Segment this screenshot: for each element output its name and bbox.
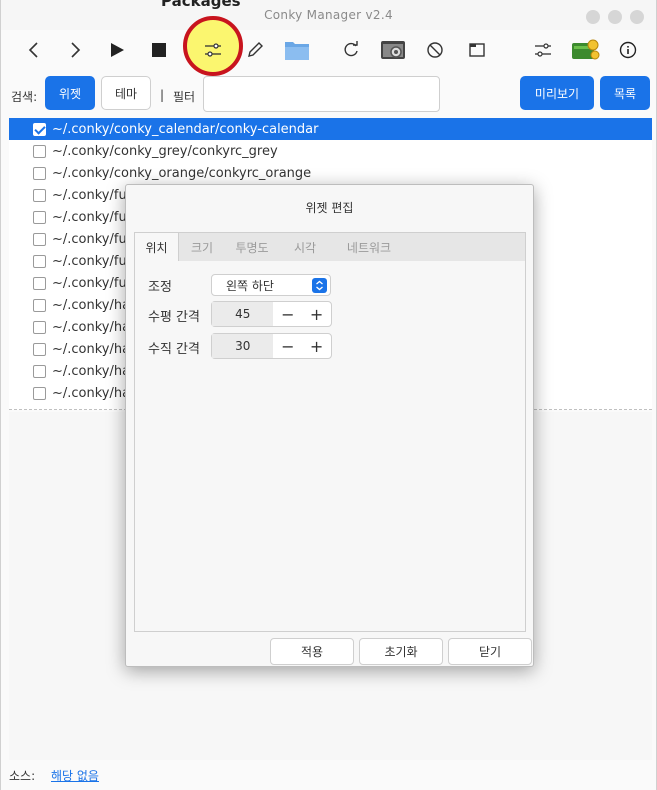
- list-item-path: ~/.conky/har: [52, 341, 136, 357]
- apply-button[interactable]: 적용: [270, 638, 354, 665]
- source-link[interactable]: 해당 없음: [51, 767, 99, 784]
- hgap-label: 수평 간격: [148, 310, 200, 325]
- settings-sliders-icon[interactable]: [527, 34, 559, 66]
- window-title: Conky Manager v2.4: [264, 8, 393, 22]
- filter-label: 필터: [173, 90, 196, 104]
- list-item-path: ~/.conky/fut: [52, 187, 132, 203]
- position-tab-pane: 조정 왼쪽 하단 수평 간격 45 − + 수직 간격 30 − +: [134, 261, 526, 632]
- hgap-value[interactable]: 45: [212, 302, 274, 326]
- list-item-path: ~/.conky/har: [52, 319, 136, 335]
- enable-checkbox[interactable]: [33, 386, 46, 400]
- enable-checkbox[interactable]: [33, 188, 46, 202]
- refresh-icon[interactable]: [335, 34, 367, 66]
- dialog-title: 위젯 편집: [305, 201, 354, 215]
- source-label: 소스:: [9, 769, 36, 783]
- alignment-label: 조정: [148, 280, 172, 295]
- info-icon[interactable]: [612, 34, 644, 66]
- folder-icon[interactable]: [281, 34, 313, 66]
- titlebar: Packages Conky Manager v2.4: [1, 0, 656, 30]
- tab-transparency[interactable]: 투명도: [223, 233, 281, 261]
- hgap-decrement-button[interactable]: −: [273, 302, 302, 326]
- sliders-icon[interactable]: [197, 34, 229, 66]
- search-row: 검색: 위젯 테마 | 필터 미리보기 목록: [1, 74, 656, 118]
- stop-icon[interactable]: [143, 34, 175, 66]
- list-item-path: ~/.conky/fut: [52, 275, 132, 291]
- list-item[interactable]: ~/.conky/conky_calendar/conky-calendar: [9, 118, 652, 140]
- hgap-increment-button[interactable]: +: [302, 302, 331, 326]
- list-item-path: ~/.conky/har: [52, 363, 136, 379]
- list-item-path: ~/.conky/conky_grey/conkyrc_grey: [52, 143, 278, 159]
- enable-checkbox[interactable]: [33, 298, 46, 312]
- forward-icon[interactable]: [59, 34, 91, 66]
- reset-button[interactable]: 초기화: [359, 638, 443, 665]
- hgap-stepper[interactable]: 45 − +: [211, 301, 332, 327]
- enable-checkbox[interactable]: [33, 276, 46, 290]
- back-icon[interactable]: [18, 34, 50, 66]
- close-window-button[interactable]: [630, 10, 644, 24]
- list-item[interactable]: ~/.conky/conky_orange/conkyrc_orange: [9, 162, 652, 184]
- enable-checkbox[interactable]: [33, 122, 46, 136]
- list-item-path: ~/.conky/fut: [52, 253, 132, 269]
- alignment-select[interactable]: 왼쪽 하단: [211, 274, 331, 296]
- vgap-stepper[interactable]: 30 − +: [211, 333, 332, 359]
- enable-checkbox[interactable]: [33, 210, 46, 224]
- list-item[interactable]: ~/.conky/conky_grey/conkyrc_grey: [9, 140, 652, 162]
- toolbar: [1, 30, 656, 70]
- tab-network[interactable]: 네트워크: [329, 233, 409, 261]
- list-item-path: ~/.conky/fut: [52, 231, 132, 247]
- block-icon[interactable]: [419, 34, 451, 66]
- vgap-increment-button[interactable]: +: [302, 334, 331, 358]
- close-button[interactable]: 닫기: [448, 638, 532, 665]
- pencil-icon[interactable]: [239, 34, 271, 66]
- dialog-tabbar: 위치 크기 투명도 시각 네트워크: [134, 232, 526, 262]
- enable-checkbox[interactable]: [33, 342, 46, 356]
- list-item-path: ~/.conky/har: [52, 297, 136, 313]
- edit-widget-dialog: 위젯 편집 위치 크기 투명도 시각 네트워크 조정 왼쪽 하단 수평 간격 4…: [125, 184, 534, 667]
- minimize-button[interactable]: [586, 10, 600, 24]
- screenshot-settings-icon[interactable]: [377, 34, 409, 66]
- statusbar: 소스: 해당 없음: [1, 760, 656, 790]
- list-item-path: ~/.conky/har: [52, 385, 136, 401]
- enable-checkbox[interactable]: [33, 144, 46, 158]
- filter-input[interactable]: [203, 76, 440, 112]
- tab-time[interactable]: 시각: [281, 233, 329, 261]
- theme-toggle-button[interactable]: 테마: [101, 76, 151, 110]
- enable-checkbox[interactable]: [33, 232, 46, 246]
- window-icon[interactable]: [461, 34, 493, 66]
- donate-icon[interactable]: [569, 34, 601, 66]
- play-icon[interactable]: [101, 34, 133, 66]
- vgap-label: 수직 간격: [148, 342, 200, 357]
- vgap-decrement-button[interactable]: −: [273, 334, 302, 358]
- preview-button[interactable]: 미리보기: [520, 76, 594, 110]
- enable-checkbox[interactable]: [33, 254, 46, 268]
- list-button[interactable]: 목록: [600, 76, 650, 110]
- list-item-path: ~/.conky/conky_orange/conkyrc_orange: [52, 165, 312, 181]
- enable-checkbox[interactable]: [33, 166, 46, 180]
- tab-position[interactable]: 위치: [135, 233, 179, 261]
- tab-size[interactable]: 크기: [181, 233, 223, 261]
- search-label: 검색:: [11, 90, 38, 104]
- enable-checkbox[interactable]: [33, 320, 46, 334]
- vgap-value[interactable]: 30: [212, 334, 274, 358]
- search-separator: |: [160, 88, 165, 102]
- widget-toggle-button[interactable]: 위젯: [45, 76, 95, 110]
- maximize-button[interactable]: [608, 10, 622, 24]
- enable-checkbox[interactable]: [33, 364, 46, 378]
- alignment-value: 왼쪽 하단: [226, 278, 274, 293]
- list-item-path: ~/.conky/fut: [52, 209, 132, 225]
- updown-chevron-icon: [312, 278, 327, 293]
- list-item-path: ~/.conky/conky_calendar/conky-calendar: [52, 121, 319, 137]
